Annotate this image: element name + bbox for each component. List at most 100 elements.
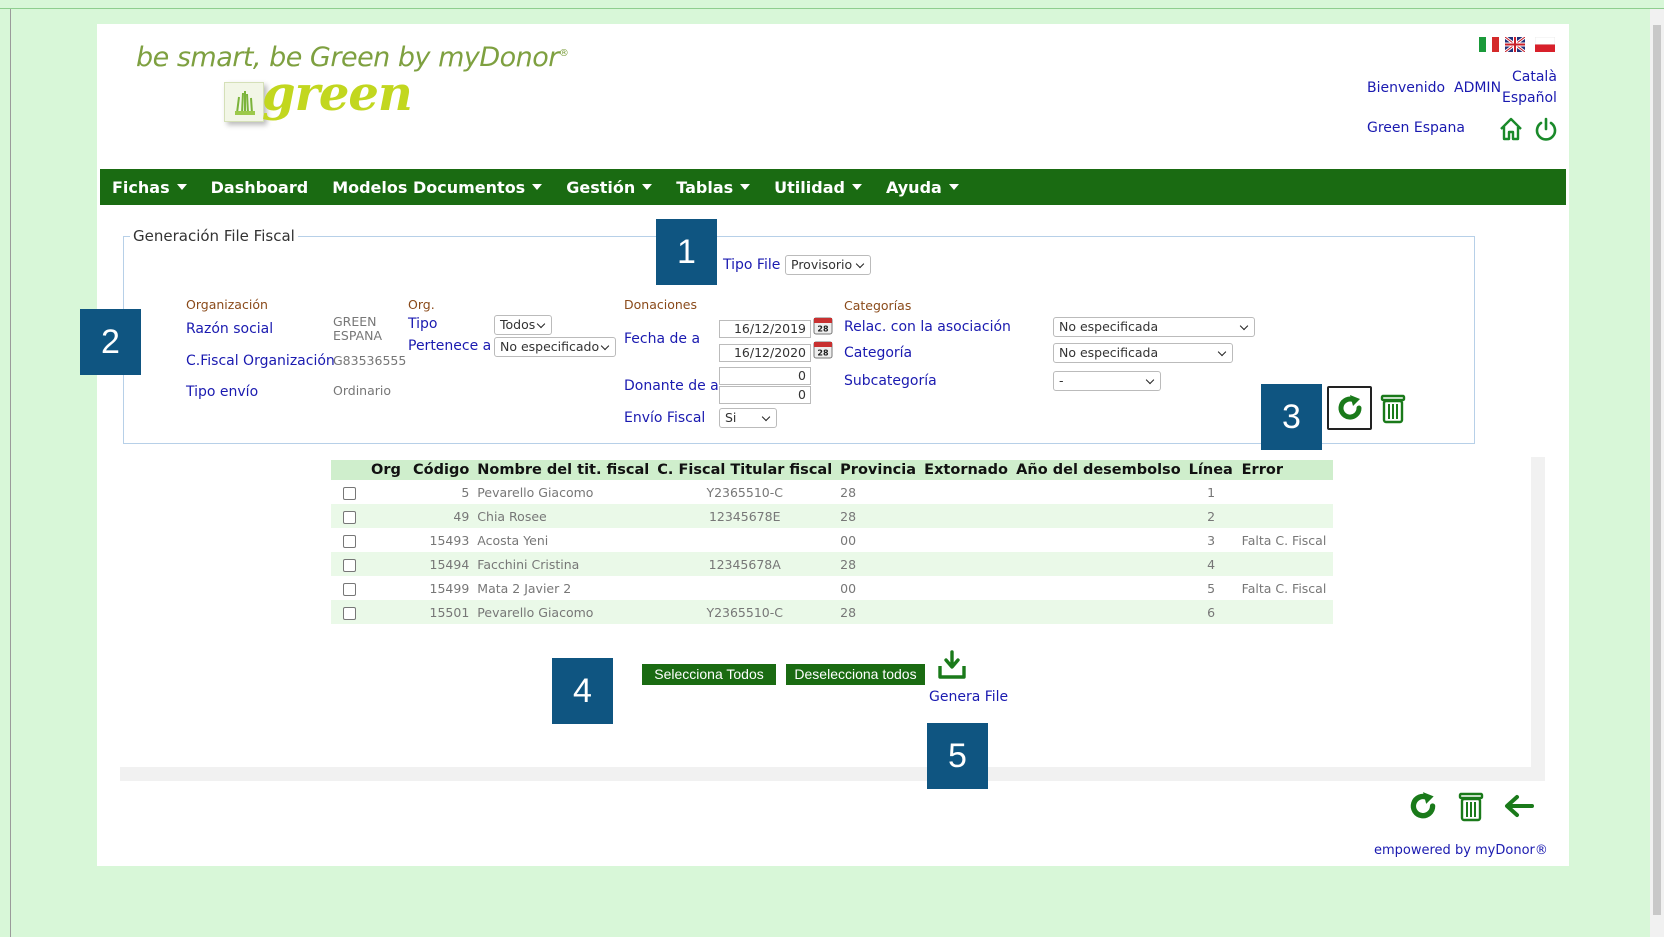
caret-down-icon [740,184,751,190]
refresh-button[interactable] [1327,386,1372,430]
uk-flag-icon[interactable] [1505,37,1525,52]
col-extornado[interactable]: Extornado [920,460,1013,480]
donante-to-input[interactable]: 0 [719,386,811,404]
italian-flag-icon[interactable] [1479,37,1499,52]
fieldset-legend: Generación File Fiscal [130,227,298,245]
donante-label: Donante de a [624,378,719,394]
refresh-icon [1338,395,1362,420]
row-checkbox[interactable] [331,552,367,576]
razon-social-value-1: GREEN [333,314,377,329]
cell-org [367,528,409,552]
home-icon[interactable] [1498,116,1524,142]
main-nav: Fichas Dashboard Modelos Documentos Gest… [100,169,1566,205]
fecha-to-input[interactable]: 16/12/2020 [719,344,811,362]
nav-tablas[interactable]: Tablas [664,169,762,205]
nav-ayuda[interactable]: Ayuda [874,169,971,205]
envio-fiscal-select[interactable]: Si [719,408,777,428]
cell-extornado [920,576,1012,600]
col-linea[interactable]: Línea [1184,460,1238,480]
cell-extornado [920,552,1013,576]
window-left-border [10,9,11,937]
categoria-label: Categoría [844,345,913,361]
cell-codigo: 49 [409,504,474,528]
power-icon[interactable] [1533,116,1559,142]
caret-down-icon [851,184,862,190]
cell-anio [1012,528,1184,552]
trash-bottom-icon[interactable] [1458,790,1484,822]
cell-linea: 6 [1184,600,1238,624]
trash-icon[interactable] [1380,392,1406,424]
table-row: 15499 Mata 2 Javier 2 00 5 Falta C. Fisc… [331,576,1333,600]
page-scrollbar[interactable] [1650,9,1664,937]
cell-extornado [920,600,1013,624]
categorias-header: Categorías [844,298,912,313]
cell-org [367,552,409,576]
tipo-file-select[interactable]: Provisorio [785,255,871,275]
col-error[interactable]: Error [1237,460,1333,480]
caret-down-icon [176,184,187,190]
relac-select[interactable]: No especificada [1053,317,1255,337]
cell-error [1237,600,1333,624]
row-checkbox[interactable] [331,600,367,624]
cell-org [367,576,409,600]
razon-social-label: Razón social [186,321,274,337]
cell-nombre: Chia Rosee [473,504,654,528]
polish-flag-icon[interactable] [1535,37,1555,52]
calendar-to-icon[interactable]: 28 [813,339,833,359]
lang-espanol-link[interactable]: Español [1502,90,1557,106]
row-checkbox[interactable] [331,528,367,552]
cell-extornado [920,504,1013,528]
cell-provincia: 28 [836,504,921,528]
nav-gestion[interactable]: Gestión [554,169,664,205]
col-provincia[interactable]: Provincia [836,460,921,480]
fecha-from-input[interactable]: 16/12/2019 [719,320,811,338]
table-horizontal-scrollbar[interactable] [120,767,1545,781]
table-row: 15494 Facchini Cristina 12345678A 28 4 [331,552,1333,576]
organization-name: Green Espana [1367,120,1465,136]
table-vertical-scrollbar[interactable] [1531,457,1545,767]
col-cfiscal[interactable]: C. Fiscal Titular fiscal [653,460,837,480]
cell-codigo: 15501 [409,600,474,624]
cell-provincia: 28 [836,552,921,576]
col-org[interactable]: Org [367,460,409,480]
donante-from-input[interactable]: 0 [719,367,811,385]
nav-fichas[interactable]: Fichas [100,169,199,205]
cell-error [1238,480,1333,504]
cell-cfiscal: Y2365510-C [706,484,783,500]
subcategoria-select[interactable]: - [1053,371,1161,391]
page-scrollbar-thumb[interactable] [1653,25,1661,915]
cell-nombre: Facchini Cristina [473,552,654,576]
cell-provincia: 00 [840,580,857,596]
table-row: 15501 Pevarello Giacomo Y2365510-C 28 6 [331,600,1333,624]
nav-dashboard[interactable]: Dashboard [199,169,321,205]
nav-modelos-documentos[interactable]: Modelos Documentos [320,169,554,205]
calendar-from-icon[interactable]: 28 [813,315,833,335]
row-checkbox[interactable] [331,504,367,528]
cell-extornado [920,528,1012,552]
svg-text:28: 28 [817,325,829,334]
cell-error: Falta C. Fiscal [1241,532,1327,548]
col-codigo[interactable]: Código [409,460,474,480]
genera-file-link[interactable]: Genera File [929,689,1008,705]
pertenece-select[interactable]: No especificado [494,337,616,357]
row-checkbox[interactable] [331,576,367,600]
cell-cfiscal: 12345678E [653,504,837,528]
cell-nombre: Mata 2 Javier 2 [477,580,572,596]
cell-anio [1012,504,1185,528]
back-arrow-icon[interactable] [1503,791,1535,821]
col-nombre[interactable]: Nombre del tit. fiscal [473,460,654,480]
tipo-select[interactable]: Todos [494,315,552,335]
refresh-bottom-icon[interactable] [1407,790,1439,822]
col-anio[interactable]: Año del desembolso [1012,460,1185,480]
cell-org [367,504,409,528]
select-all-button[interactable]: Selecciona Todos [642,664,776,685]
cell-anio [1012,552,1185,576]
lang-catala-link[interactable]: Català [1512,69,1557,85]
nav-utilidad[interactable]: Utilidad [762,169,874,205]
download-icon[interactable] [938,650,966,680]
row-checkbox[interactable] [331,480,367,504]
deselect-all-button[interactable]: Deselecciona todos [786,664,925,685]
table-row: 49 Chia Rosee 12345678E 28 2 [331,504,1333,528]
relac-label: Relac. con la asociación [844,319,1011,335]
categoria-select[interactable]: No especificada [1053,343,1233,363]
